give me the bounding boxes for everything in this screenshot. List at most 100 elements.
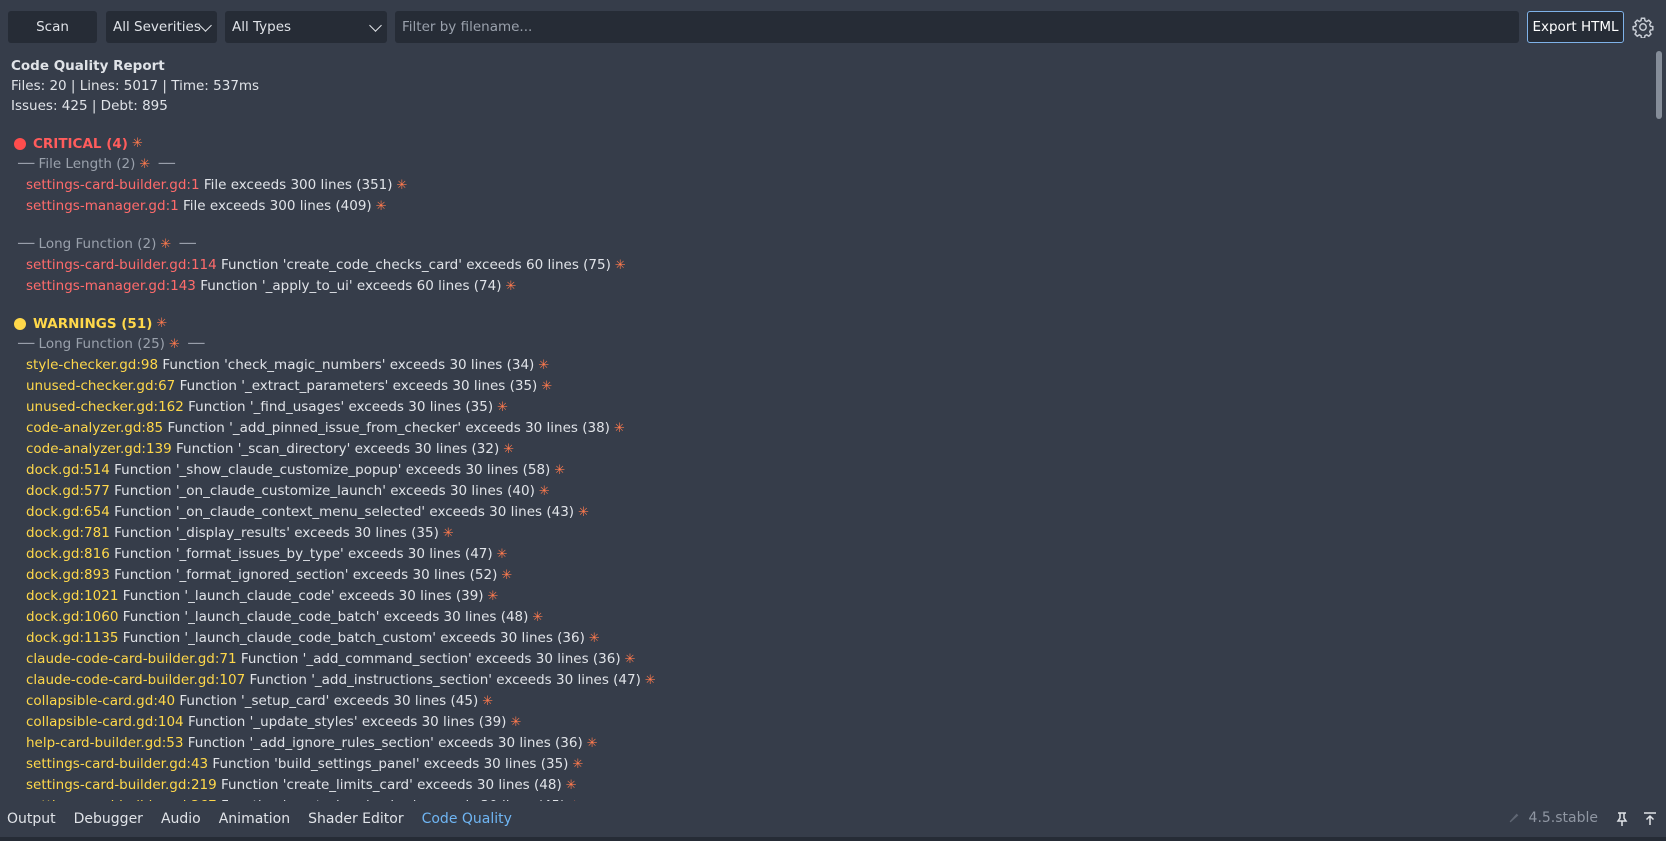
critical-header[interactable]: CRITICAL (4) ✳: [11, 134, 1641, 154]
claude-launch-icon[interactable]: ✳: [589, 631, 600, 646]
issue-location-link[interactable]: claude-code-card-builder.gd:71: [26, 651, 237, 667]
issue-location-link[interactable]: dock.gd:893: [26, 567, 110, 583]
issue-row: settings-card-builder.gd:1 File exceeds …: [11, 175, 1641, 196]
issue-message: Function 'build_settings_panel' exceeds …: [212, 756, 569, 772]
claude-launch-icon[interactable]: ✳: [160, 237, 171, 252]
issue-location-link[interactable]: unused-checker.gd:67: [26, 378, 175, 394]
issue-location-link[interactable]: unused-checker.gd:162: [26, 399, 184, 415]
claude-launch-icon[interactable]: ✳: [578, 505, 589, 520]
export-html-button[interactable]: Export HTML: [1527, 11, 1624, 43]
notification-bell-icon[interactable]: [1507, 811, 1521, 825]
issue-message: Function '_display_results' exceeds 30 l…: [114, 525, 439, 541]
expand-panel-icon[interactable]: [1642, 811, 1658, 827]
bottom-tab-audio[interactable]: Audio: [161, 811, 201, 827]
claude-launch-icon[interactable]: ✳: [532, 610, 543, 625]
warnings-header[interactable]: WARNINGS (51) ✳: [11, 314, 1641, 334]
divider-line: ──: [154, 156, 175, 172]
issue-row: dock.gd:1060 Function '_launch_claude_co…: [11, 607, 1641, 628]
claude-launch-icon[interactable]: ✳: [566, 778, 577, 793]
issue-message: Function '_format_ignored_section' excee…: [114, 567, 498, 583]
issue-row: settings-manager.gd:143 Function '_apply…: [11, 276, 1641, 297]
claude-launch-icon[interactable]: ✳: [497, 547, 508, 562]
claude-launch-icon[interactable]: ✳: [503, 442, 514, 457]
issue-type-header[interactable]: ── File Length (2) ✳ ──: [11, 154, 1641, 175]
issue-row: claude-code-card-builder.gd:107 Function…: [11, 670, 1641, 691]
issue-location-link[interactable]: code-analyzer.gd:85: [26, 420, 163, 436]
pin-icon[interactable]: [1614, 811, 1630, 827]
issue-location-link[interactable]: style-checker.gd:98: [26, 357, 158, 373]
claude-launch-icon[interactable]: ✳: [482, 694, 493, 709]
claude-launch-icon[interactable]: ✳: [538, 358, 549, 373]
issue-location-link[interactable]: settings-card-builder.gd:219: [26, 777, 217, 793]
bottom-tab-debugger[interactable]: Debugger: [74, 811, 143, 827]
issue-message: Function 'create_limits_card' exceeds 30…: [221, 777, 562, 793]
gear-icon[interactable]: [1632, 16, 1654, 38]
issue-location-link[interactable]: dock.gd:577: [26, 483, 110, 499]
report-scrollbar[interactable]: [1655, 51, 1663, 801]
issue-location-link[interactable]: settings-manager.gd:1: [26, 198, 179, 214]
claude-launch-icon[interactable]: ✳: [506, 279, 517, 294]
bottom-tab-shader-editor[interactable]: Shader Editor: [308, 811, 403, 827]
issue-type-header[interactable]: ── Long Function (25) ✳ ──: [11, 334, 1641, 355]
toolbar: Scan All Severities All Types Export HTM…: [0, 0, 1666, 53]
bottom-tab-output[interactable]: Output: [7, 811, 56, 827]
scan-button[interactable]: Scan: [8, 11, 97, 43]
issue-type-header[interactable]: ── Long Function (2) ✳ ──: [11, 234, 1641, 255]
chevron-down-icon: [369, 19, 382, 32]
issue-location-link[interactable]: settings-card-builder.gd:114: [26, 257, 217, 273]
issue-type-label: ── Long Function (2): [18, 236, 157, 252]
issue-row: settings-manager.gd:1 File exceeds 300 l…: [11, 196, 1641, 217]
issue-location-link[interactable]: dock.gd:514: [26, 462, 110, 478]
claude-launch-icon[interactable]: ✳: [376, 199, 387, 214]
claude-launch-icon[interactable]: ✳: [443, 526, 454, 541]
issue-row: dock.gd:781 Function '_display_results' …: [11, 523, 1641, 544]
claude-launch-icon[interactable]: ✳: [625, 652, 636, 667]
issue-location-link[interactable]: dock.gd:781: [26, 525, 110, 541]
bottom-tab-animation[interactable]: Animation: [219, 811, 290, 827]
claude-launch-icon[interactable]: ✳: [572, 757, 583, 772]
issue-location-link[interactable]: dock.gd:654: [26, 504, 110, 520]
claude-launch-icon[interactable]: ✳: [539, 484, 550, 499]
filename-filter-input[interactable]: [395, 11, 1519, 43]
issue-location-link[interactable]: dock.gd:1135: [26, 630, 118, 646]
issue-location-link[interactable]: code-analyzer.gd:139: [26, 441, 172, 457]
claude-launch-icon[interactable]: ✳: [541, 379, 552, 394]
claude-launch-icon[interactable]: ✳: [397, 178, 408, 193]
issue-message: Function '_show_claude_customize_popup' …: [114, 462, 551, 478]
claude-launch-icon[interactable]: ✳: [615, 258, 626, 273]
issue-row: claude-code-card-builder.gd:71 Function …: [11, 649, 1641, 670]
claude-launch-icon[interactable]: ✳: [645, 673, 656, 688]
critical-section: CRITICAL (4) ✳ ── File Length (2) ✳ ── setti…: [11, 134, 1641, 314]
warnings-label: WARNINGS (51): [33, 316, 153, 332]
issue-location-link[interactable]: collapsible-card.gd:40: [26, 693, 175, 709]
claude-launch-icon[interactable]: ✳: [139, 157, 150, 172]
report-stats-files: Files: 20 | Lines: 5017 | Time: 537ms: [11, 78, 260, 94]
claude-launch-icon[interactable]: ✳: [554, 463, 565, 478]
issue-message: Function '_apply_to_ui' exceeds 60 lines…: [200, 278, 502, 294]
claude-launch-icon[interactable]: ✳: [501, 568, 512, 583]
issue-location-link[interactable]: dock.gd:816: [26, 546, 110, 562]
claude-launch-icon[interactable]: ✳: [156, 314, 167, 334]
claude-launch-icon[interactable]: ✳: [614, 421, 625, 436]
claude-launch-icon[interactable]: ✳: [488, 589, 499, 604]
issue-location-link[interactable]: dock.gd:1021: [26, 588, 118, 604]
issue-location-link[interactable]: settings-card-builder.gd:43: [26, 756, 208, 772]
issue-message: Function '_add_pinned_issue_from_checker…: [167, 420, 610, 436]
severity-select[interactable]: All Severities: [106, 11, 217, 43]
type-select[interactable]: All Types: [225, 11, 387, 43]
report-scrollbar-thumb[interactable]: [1656, 51, 1662, 119]
issue-location-link[interactable]: help-card-builder.gd:53: [26, 735, 183, 751]
issue-row: unused-checker.gd:162 Function '_find_us…: [11, 397, 1641, 418]
issue-location-link[interactable]: dock.gd:1060: [26, 609, 118, 625]
claude-launch-icon[interactable]: ✳: [132, 134, 143, 154]
claude-launch-icon[interactable]: ✳: [169, 337, 180, 352]
issue-row: unused-checker.gd:67 Function '_extract_…: [11, 376, 1641, 397]
bottom-tab-code-quality[interactable]: Code Quality: [422, 811, 512, 827]
claude-launch-icon[interactable]: ✳: [497, 400, 508, 415]
issue-location-link[interactable]: collapsible-card.gd:104: [26, 714, 184, 730]
claude-launch-icon[interactable]: ✳: [510, 715, 521, 730]
claude-launch-icon[interactable]: ✳: [587, 736, 598, 751]
issue-location-link[interactable]: settings-manager.gd:143: [26, 278, 196, 294]
issue-location-link[interactable]: settings-card-builder.gd:1: [26, 177, 200, 193]
issue-location-link[interactable]: claude-code-card-builder.gd:107: [26, 672, 245, 688]
